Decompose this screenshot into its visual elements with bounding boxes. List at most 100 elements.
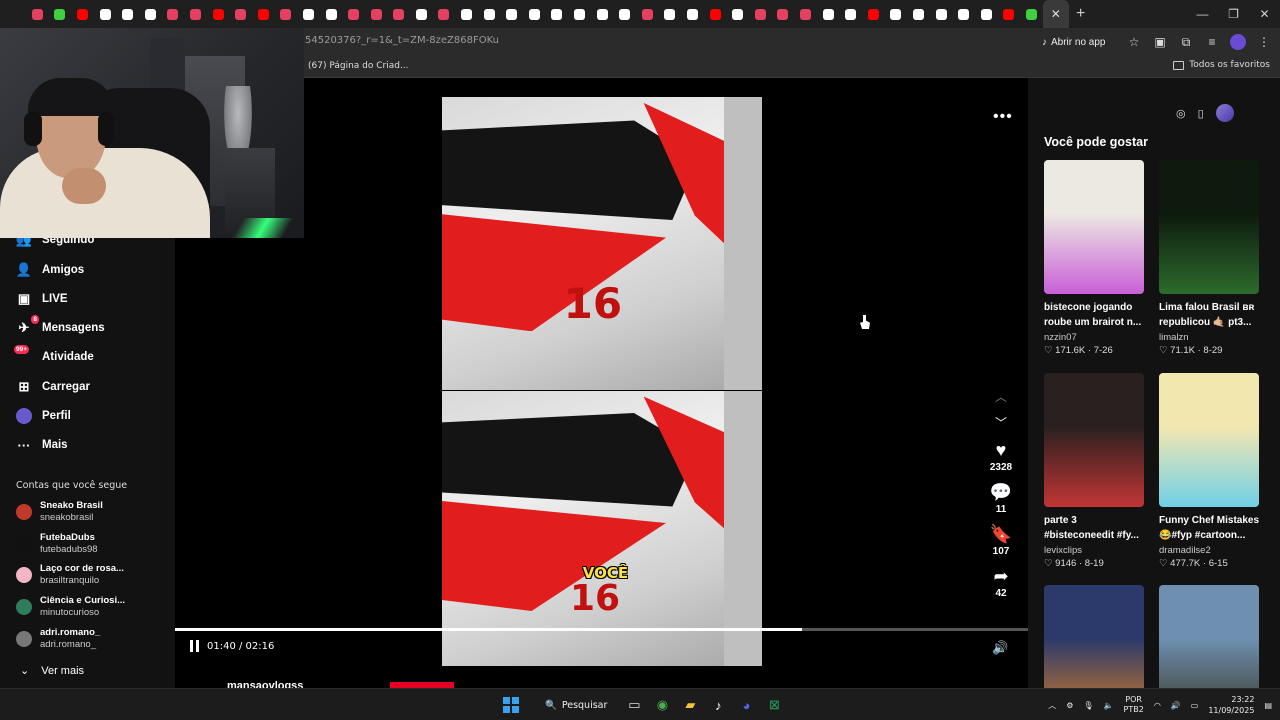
file-explorer-icon[interactable]: ▰ — [679, 694, 701, 716]
browser-tab[interactable] — [839, 0, 862, 28]
browser-tab[interactable] — [1020, 0, 1043, 28]
card-title[interactable]: Funny Chef Mistakes — [1159, 513, 1263, 528]
browser-tab[interactable] — [930, 0, 953, 28]
browser-tab[interactable] — [297, 0, 320, 28]
video-progress-bar[interactable] — [175, 628, 1028, 631]
sidebar-item-live[interactable]: ▣ LIVE — [16, 291, 68, 307]
notifications-icon[interactable]: ▤ — [1264, 701, 1272, 710]
browser-tab[interactable] — [885, 0, 908, 28]
mic-icon[interactable]: 🎙 — [1083, 701, 1093, 710]
next-video-icon[interactable]: ﹀ — [995, 409, 1007, 435]
card-username[interactable]: nzzin07 — [1044, 332, 1144, 343]
previous-video-icon[interactable]: ︿ — [995, 383, 1007, 409]
url-field[interactable]: 54520376?_r=1&_t=ZM-8zeZ868FOKu — [305, 35, 499, 46]
browser-tab[interactable] — [229, 0, 252, 28]
sidebar-item-atividade[interactable]: 99+ Atividade — [14, 345, 94, 365]
browser-tab[interactable] — [94, 0, 117, 28]
recommended-video-card[interactable]: parte 3 #bisteconeedit #fy... levixclips ♡ … — [1044, 373, 1144, 569]
video-frame-top[interactable]: 16 — [442, 97, 762, 390]
all-bookmarks-button[interactable]: Todos os favoritos — [1173, 60, 1270, 70]
video-thumbnail[interactable] — [1044, 373, 1144, 507]
browser-tab[interactable] — [794, 0, 817, 28]
save-button[interactable]: 🔖 107 — [990, 523, 1012, 561]
media-controls-icon[interactable]: ≡ — [1204, 32, 1220, 52]
browser-tab[interactable] — [207, 0, 230, 28]
browser-tab[interactable] — [952, 0, 975, 28]
close-window-button[interactable]: ✕ — [1249, 0, 1280, 28]
browser-tab[interactable] — [433, 0, 456, 28]
card-title-line2[interactable]: #bisteconeedit #fy... — [1044, 528, 1148, 543]
browser-tab[interactable] — [568, 0, 591, 28]
browser-tab[interactable] — [139, 0, 162, 28]
compass-icon[interactable]: ◎ — [1176, 107, 1186, 120]
task-view-icon[interactable]: ▭ — [623, 694, 645, 716]
followed-account[interactable]: Laço cor de rosa... brasiltranquilo — [16, 563, 124, 587]
browser-tab[interactable] — [455, 0, 478, 28]
windows-start-icon[interactable] — [503, 697, 519, 713]
tiktok-app-icon[interactable]: ♪ — [707, 694, 729, 716]
pause-icon[interactable] — [190, 640, 199, 652]
video-frame-bottom[interactable]: VOCÊ 16 — [442, 391, 762, 666]
sidebar-item-mensagens[interactable]: ✈ 8 Mensagens — [16, 315, 105, 336]
browser-tab[interactable] — [71, 0, 94, 28]
browser-tab[interactable] — [49, 0, 72, 28]
browser-tab[interactable] — [975, 0, 998, 28]
sidebar-item-perfil[interactable]: Perfil — [16, 408, 71, 424]
bookmark-star-icon[interactable]: ☆ — [1126, 32, 1142, 52]
browser-tab[interactable] — [342, 0, 365, 28]
browser-tab[interactable] — [659, 0, 682, 28]
more-options-icon[interactable]: ••• — [993, 108, 1013, 126]
followed-account[interactable]: adri.romano_ adri.romano_ — [16, 627, 100, 651]
card-title[interactable]: parte 3 — [1044, 513, 1148, 528]
browser-tab[interactable] — [500, 0, 523, 28]
chrome-icon[interactable]: ◉ — [651, 694, 673, 716]
sidebar-item-carregar[interactable]: ⊞ Carregar — [16, 379, 90, 395]
minimize-button[interactable]: — — [1187, 0, 1218, 28]
profile-avatar-small[interactable] — [1230, 32, 1246, 52]
language-indicator[interactable]: POR PTB2 — [1124, 695, 1144, 715]
phone-icon[interactable]: ▯ — [1198, 107, 1204, 120]
followed-account[interactable]: Sneako Brasil sneakobrasil — [16, 500, 103, 524]
new-tab-button[interactable]: + — [1069, 0, 1093, 28]
browser-tab[interactable] — [410, 0, 433, 28]
browser-tab[interactable] — [817, 0, 840, 28]
active-tab[interactable]: ✕ — [1042, 0, 1069, 28]
browser-tab[interactable] — [116, 0, 139, 28]
recommended-video-card[interactable]: Lima falou Brasil ʙʀ republicou 🤙🏼 pt3...… — [1159, 160, 1259, 356]
open-in-app-button[interactable]: ♪ Abrir no app — [1036, 33, 1111, 51]
like-button[interactable]: ♥ 2328 — [990, 439, 1012, 477]
recommended-video-card[interactable]: Funny Chef Mistakes 😂#fyp #cartoon... dram… — [1159, 373, 1259, 569]
followed-account[interactable]: FutebaDubs futebadubs98 — [16, 532, 98, 556]
card-title[interactable]: bistecone jogando — [1044, 300, 1148, 315]
card-title-line2[interactable]: republicou 🤙🏼 pt3... — [1159, 315, 1263, 330]
browser-tab[interactable] — [365, 0, 388, 28]
card-username[interactable]: limalzn — [1159, 332, 1259, 343]
card-title-line2[interactable]: roube um brairot n... — [1044, 315, 1148, 330]
browser-tab[interactable] — [998, 0, 1021, 28]
network-app-icon[interactable]: ⚙ — [1066, 701, 1073, 710]
close-tab-icon[interactable]: ✕ — [1051, 7, 1061, 21]
browser-tab[interactable] — [252, 0, 275, 28]
browser-tab[interactable] — [388, 0, 411, 28]
followed-account[interactable]: Ciência e Curiosi... minutocurioso — [16, 595, 125, 619]
screenshot-icon[interactable]: ▣ — [1152, 32, 1168, 52]
browser-tab[interactable] — [749, 0, 772, 28]
browser-tab[interactable] — [320, 0, 343, 28]
profile-avatar[interactable] — [1215, 104, 1234, 122]
browser-tab[interactable] — [907, 0, 930, 28]
browser-tab[interactable] — [523, 0, 546, 28]
video-thumbnail[interactable] — [1159, 160, 1259, 294]
browser-tab[interactable] — [184, 0, 207, 28]
share-button[interactable]: ➦ 42 — [993, 565, 1008, 603]
recommended-video-card[interactable]: bistecone jogando roube um brairot n... nz… — [1044, 160, 1144, 356]
volume-icon[interactable]: 🔊 — [992, 640, 1008, 656]
browser-tab[interactable] — [704, 0, 727, 28]
discord-icon[interactable]: ◕ — [735, 694, 757, 716]
browser-tab[interactable] — [591, 0, 614, 28]
browser-tab[interactable] — [636, 0, 659, 28]
sidebar-item-mais[interactable]: ··· Mais — [16, 437, 68, 453]
browser-tab[interactable] — [275, 0, 298, 28]
card-title-line2[interactable]: 😂#fyp #cartoon... — [1159, 528, 1263, 543]
browser-tab[interactable] — [862, 0, 885, 28]
browser-tab[interactable] — [613, 0, 636, 28]
